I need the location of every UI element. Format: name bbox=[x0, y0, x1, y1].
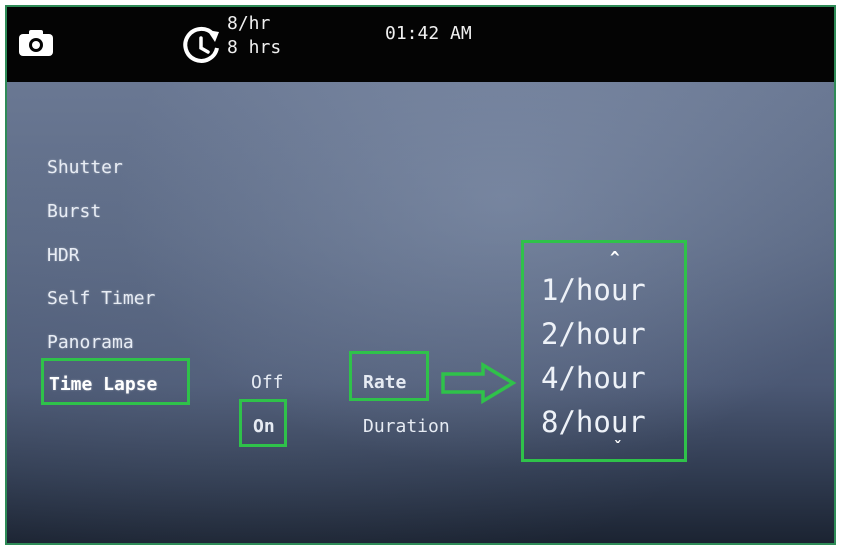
menu-item-self-timer[interactable]: Self Timer bbox=[47, 288, 155, 309]
submenu-duration[interactable]: Duration bbox=[363, 416, 450, 437]
rate-option-2-hour[interactable]: 2/hour bbox=[541, 317, 646, 351]
status-bar: 8/hr 8 hrs 01:42 AM bbox=[7, 7, 834, 82]
clock: 01:42 AM bbox=[385, 23, 472, 44]
menu-item-shutter[interactable]: Shutter bbox=[47, 157, 123, 178]
rate-option-4-hour[interactable]: 4/hour bbox=[541, 361, 646, 395]
menu-item-burst[interactable]: Burst bbox=[47, 201, 101, 222]
submenu-rate[interactable]: Rate bbox=[363, 372, 406, 393]
rate-option-8-hour[interactable]: 8/hour bbox=[541, 405, 646, 439]
chevron-up-icon[interactable]: ^ bbox=[610, 248, 620, 267]
camera-screen: 8/hr 8 hrs 01:42 AM Shutter Burst HDR Se… bbox=[5, 5, 836, 545]
chevron-down-icon[interactable]: ˇ bbox=[613, 438, 623, 457]
timelapse-duration-readout: 8 hrs bbox=[227, 37, 282, 58]
menu-item-panorama[interactable]: Panorama bbox=[47, 332, 134, 353]
menu-screen: Shutter Burst HDR Self Timer Panorama Ti… bbox=[7, 82, 834, 543]
time-lapse-on-option[interactable]: On bbox=[253, 416, 275, 437]
rate-option-1-hour[interactable]: 1/hour bbox=[541, 273, 646, 307]
timer-icon bbox=[183, 26, 219, 63]
arrow-right-icon bbox=[441, 362, 517, 404]
camera-icon bbox=[19, 30, 53, 56]
time-lapse-off-option[interactable]: Off bbox=[251, 372, 284, 393]
menu-item-hdr[interactable]: HDR bbox=[47, 245, 80, 266]
menu-item-time-lapse[interactable]: Time Lapse bbox=[49, 374, 157, 395]
timelapse-rate-readout: 8/hr bbox=[227, 13, 271, 34]
